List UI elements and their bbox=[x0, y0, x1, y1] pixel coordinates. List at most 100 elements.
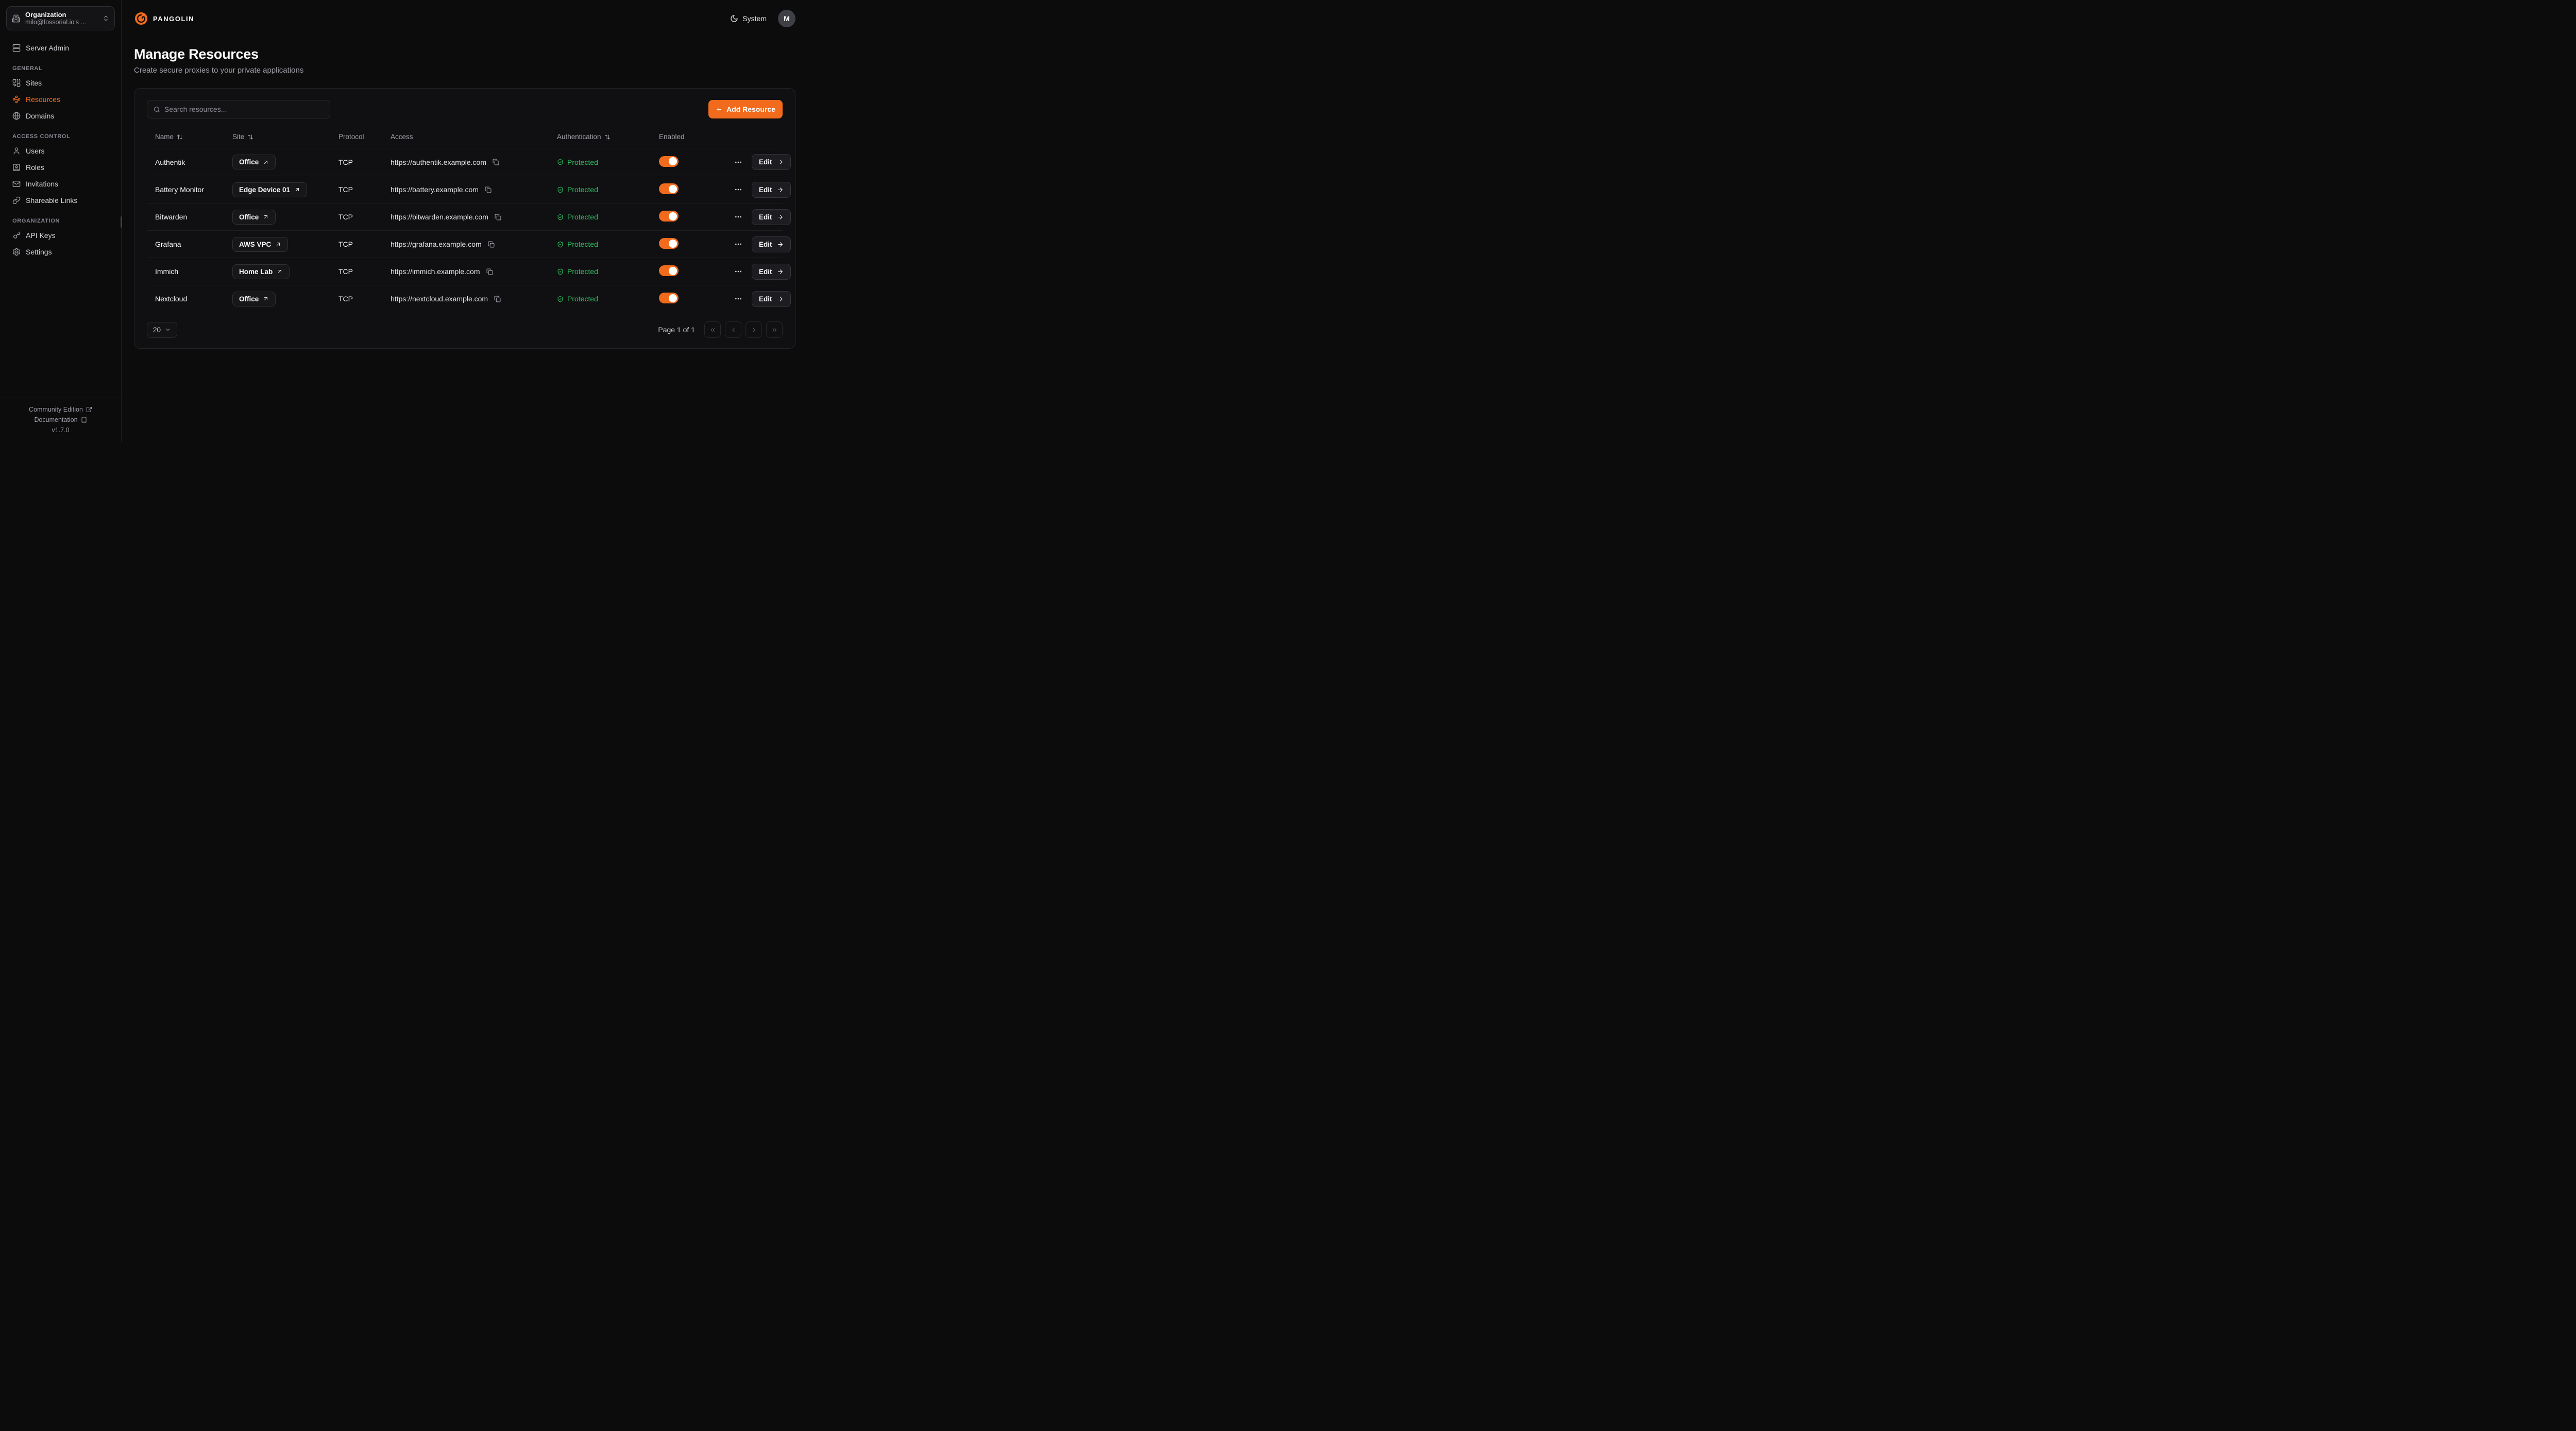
edit-label: Edit bbox=[759, 213, 772, 221]
sidebar-nav: Server Admin GENERAL Sites Resources bbox=[0, 40, 121, 398]
copy-url-button[interactable] bbox=[485, 267, 494, 276]
table-row: Nextcloud Office TCP https://nextcloud.e… bbox=[147, 285, 783, 312]
sites-icon bbox=[12, 79, 21, 87]
column-header-label: Enabled bbox=[659, 133, 685, 141]
copy-url-button[interactable] bbox=[494, 213, 502, 222]
copy-url-button[interactable] bbox=[487, 240, 496, 249]
access-url: https://authentik.example.com bbox=[391, 158, 486, 166]
sidebar-item-server-admin[interactable]: Server Admin bbox=[7, 40, 114, 56]
ellipsis-icon bbox=[734, 267, 742, 276]
external-link-icon bbox=[86, 406, 92, 413]
authentication-cell: Protected bbox=[549, 295, 651, 303]
ellipsis-icon bbox=[734, 240, 742, 248]
sidebar-resize-handle[interactable] bbox=[121, 216, 122, 228]
row-menu-button[interactable] bbox=[732, 156, 744, 168]
sidebar-item-resources[interactable]: Resources bbox=[7, 91, 114, 108]
enabled-toggle[interactable] bbox=[659, 211, 679, 222]
search-input[interactable] bbox=[164, 105, 324, 113]
protocol-cell: TCP bbox=[330, 158, 382, 166]
enabled-toggle[interactable] bbox=[659, 156, 679, 167]
edit-button[interactable]: Edit bbox=[752, 291, 791, 307]
row-menu-button[interactable] bbox=[732, 183, 744, 196]
edit-button[interactable]: Edit bbox=[752, 236, 791, 252]
sidebar: Organization milo@fossorial.io's ... Ser… bbox=[0, 0, 122, 442]
prev-page-button[interactable] bbox=[725, 321, 741, 338]
documentation-link[interactable]: Documentation bbox=[5, 415, 116, 425]
copy-url-button[interactable] bbox=[493, 295, 502, 303]
sidebar-item-sites[interactable]: Sites bbox=[7, 75, 114, 91]
org-label: Organization bbox=[25, 11, 97, 19]
theme-label: System bbox=[742, 14, 767, 23]
last-page-button[interactable] bbox=[766, 321, 783, 338]
copy-url-button[interactable] bbox=[492, 158, 500, 166]
sort-icon bbox=[604, 134, 611, 140]
settings-icon bbox=[12, 248, 21, 256]
user-avatar[interactable]: M bbox=[778, 10, 795, 27]
first-page-button[interactable] bbox=[704, 321, 721, 338]
invitations-icon bbox=[12, 180, 21, 188]
enabled-cell bbox=[651, 183, 724, 196]
api-keys-icon bbox=[12, 231, 21, 240]
edit-button[interactable]: Edit bbox=[752, 182, 791, 198]
enabled-toggle[interactable] bbox=[659, 238, 679, 249]
page-size-select[interactable]: 20 bbox=[147, 322, 177, 338]
enabled-cell bbox=[651, 211, 724, 223]
site-link-button[interactable]: Office bbox=[232, 210, 276, 225]
ellipsis-icon bbox=[734, 213, 742, 221]
sidebar-item-roles[interactable]: Roles bbox=[7, 159, 114, 176]
site-cell: Office bbox=[224, 155, 330, 169]
sidebar-item-domains[interactable]: Domains bbox=[7, 108, 114, 124]
org-switcher[interactable]: Organization milo@fossorial.io's ... bbox=[6, 6, 115, 30]
site-link-button[interactable]: Office bbox=[232, 155, 276, 169]
sidebar-item-settings[interactable]: Settings bbox=[7, 244, 114, 260]
enabled-cell bbox=[651, 238, 724, 250]
site-link-button[interactable]: AWS VPC bbox=[232, 237, 288, 252]
next-page-button[interactable] bbox=[745, 321, 762, 338]
building-icon bbox=[12, 14, 20, 23]
site-cell: Office bbox=[224, 210, 330, 225]
edit-button[interactable]: Edit bbox=[752, 209, 791, 225]
arrow-right-icon bbox=[777, 241, 784, 248]
chevrons-up-down-icon bbox=[103, 15, 109, 22]
actions-cell: Edit bbox=[724, 154, 794, 170]
theme-switcher-button[interactable]: System bbox=[730, 14, 767, 23]
enabled-toggle[interactable] bbox=[659, 265, 679, 276]
column-header-name[interactable]: Name bbox=[147, 133, 224, 141]
copy-url-button[interactable] bbox=[484, 185, 493, 194]
row-menu-button[interactable] bbox=[732, 265, 744, 278]
auth-status-label: Protected bbox=[567, 295, 598, 303]
copy-icon bbox=[494, 296, 501, 302]
enabled-toggle[interactable] bbox=[659, 293, 679, 303]
arrow-right-icon bbox=[777, 268, 784, 275]
arrow-right-icon bbox=[777, 296, 784, 302]
enabled-toggle[interactable] bbox=[659, 183, 679, 194]
sidebar-item-invitations[interactable]: Invitations bbox=[7, 176, 114, 192]
row-menu-button[interactable] bbox=[732, 293, 744, 305]
edit-button[interactable]: Edit bbox=[752, 264, 791, 280]
column-header-authentication[interactable]: Authentication bbox=[549, 133, 651, 141]
sidebar-item-shareable-links[interactable]: Shareable Links bbox=[7, 192, 114, 209]
row-menu-button[interactable] bbox=[732, 238, 744, 250]
chevron-left-icon bbox=[730, 327, 737, 333]
site-link-button[interactable]: Office bbox=[232, 292, 276, 306]
resource-name: Grafana bbox=[147, 240, 224, 248]
edit-button[interactable]: Edit bbox=[752, 154, 791, 170]
resources-icon bbox=[12, 95, 21, 104]
documentation-label: Documentation bbox=[34, 416, 77, 423]
column-header-site[interactable]: Site bbox=[224, 133, 330, 141]
server-icon bbox=[12, 44, 21, 52]
row-menu-button[interactable] bbox=[732, 211, 744, 223]
add-resource-button[interactable]: Add Resource bbox=[708, 100, 783, 118]
table-body: Authentik Office TCP https://authentik.e… bbox=[147, 148, 783, 312]
edit-label: Edit bbox=[759, 295, 772, 303]
site-link-button[interactable]: Home Lab bbox=[232, 264, 290, 279]
site-link-button[interactable]: Edge Device 01 bbox=[232, 182, 307, 197]
sidebar-item-api-keys[interactable]: API Keys bbox=[7, 227, 114, 244]
site-cell: Edge Device 01 bbox=[224, 182, 330, 197]
site-cell: AWS VPC bbox=[224, 237, 330, 252]
sidebar-item-users[interactable]: Users bbox=[7, 143, 114, 159]
page-info: Page 1 of 1 bbox=[658, 326, 695, 334]
community-edition-link[interactable]: Community Edition bbox=[5, 404, 116, 415]
book-icon bbox=[81, 417, 87, 423]
protocol-cell: TCP bbox=[330, 295, 382, 303]
